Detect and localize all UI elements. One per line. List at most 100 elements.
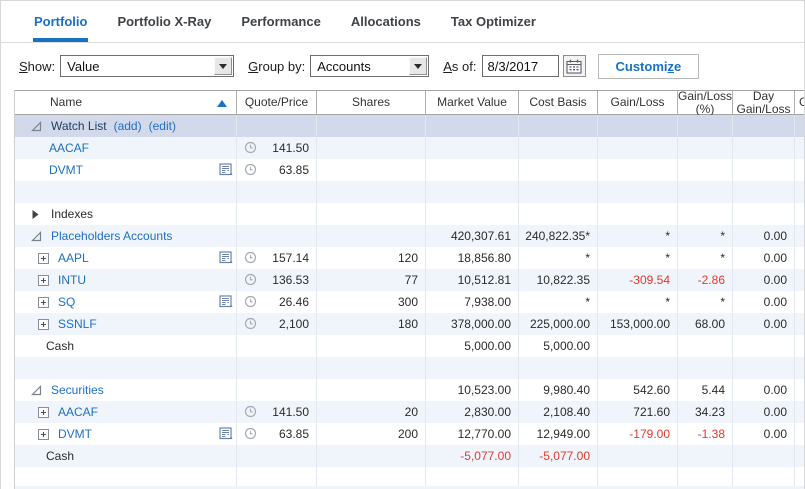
chevron-down-icon[interactable] <box>409 57 427 75</box>
day-gain-loss-cell: 0.00 <box>733 313 795 335</box>
name-cell: Cash <box>15 335 237 357</box>
quote-price-cell: 157.14 <box>237 247 317 269</box>
name-cell: Watch List(add)(edit) <box>15 115 237 137</box>
name-cell: INTU <box>15 269 237 291</box>
news-icon[interactable] <box>219 163 233 176</box>
tab-tax-optimizer[interactable]: Tax Optimizer <box>436 1 551 42</box>
name-cell: AACAF <box>15 401 237 423</box>
clock-icon <box>244 251 257 264</box>
expand-plus-icon[interactable] <box>38 297 49 308</box>
expand-plus-icon[interactable] <box>38 275 49 286</box>
ticker-link[interactable]: SQ <box>58 295 75 309</box>
ticker-link[interactable]: AACAF <box>49 141 89 155</box>
cost-basis-cell: 225,000.00 <box>519 313 598 335</box>
news-icon[interactable] <box>219 251 233 264</box>
column-header-market-value[interactable]: Market Value <box>426 91 519 114</box>
column-header-cut-off[interactable]: G <box>795 91 804 114</box>
column-header-shares[interactable]: Shares <box>317 91 426 114</box>
expand-plus-icon[interactable] <box>38 319 49 330</box>
expand-plus-icon[interactable] <box>38 407 49 418</box>
collapse-triangle-icon[interactable] <box>31 231 42 242</box>
table-row: SSNLF2,100180378,000.00225,000.00153,000… <box>15 313 804 335</box>
calendar-icon[interactable] <box>563 55 586 77</box>
tab-portfolio-x-ray[interactable]: Portfolio X-Ray <box>102 1 226 42</box>
tab-portfolio[interactable]: Portfolio <box>19 1 102 42</box>
ticker-link[interactable]: DVMT <box>58 427 92 441</box>
day-gain-loss-cell <box>733 445 795 467</box>
tab-performance[interactable]: Performance <box>226 1 335 42</box>
group-name[interactable]: Securities <box>51 383 104 397</box>
ticker-link[interactable]: AAPL <box>58 251 89 265</box>
column-header-quote-price[interactable]: Quote/Price <box>237 91 317 114</box>
column-header-name[interactable]: Name <box>15 91 237 114</box>
tab-allocations[interactable]: Allocations <box>336 1 436 42</box>
cash-label: Cash <box>46 339 74 353</box>
add-link[interactable]: (add) <box>114 119 142 133</box>
clock-icon <box>244 317 257 330</box>
gain-loss-pct-cell: * <box>678 291 733 313</box>
group-row: Placeholders Accounts420,307.61240,822.3… <box>15 225 804 247</box>
group-name[interactable]: Indexes <box>51 207 93 221</box>
news-icon[interactable] <box>219 295 233 308</box>
chevron-down-icon[interactable] <box>214 57 232 75</box>
ticker-link[interactable]: AACAF <box>58 405 98 419</box>
table-row: INTU136.537710,512.8110,822.35-309.54-2.… <box>15 269 804 291</box>
spacer-row <box>15 357 804 379</box>
expand-triangle-icon[interactable] <box>31 209 42 220</box>
shares-cell <box>317 159 426 181</box>
group-row: Securities10,523.009,980.40542.605.440.0… <box>15 379 804 401</box>
clock-icon <box>244 427 257 440</box>
gain-loss-cell <box>598 335 678 357</box>
group-name[interactable]: Placeholders Accounts <box>51 229 172 243</box>
shares-cell: 77 <box>317 269 426 291</box>
shares-cell: 300 <box>317 291 426 313</box>
customize-button[interactable]: Customize <box>598 54 700 79</box>
quote-price-cell <box>237 181 317 203</box>
group-row: Watch List(add)(edit) <box>15 115 804 137</box>
cost-basis-cell: * <box>519 247 598 269</box>
expand-plus-icon[interactable] <box>38 429 49 440</box>
table-row: Cash-5,077.00-5,077.00 <box>15 445 804 467</box>
shares-cell <box>317 115 426 137</box>
shares-cell <box>317 357 426 379</box>
expand-plus-icon[interactable] <box>38 253 49 264</box>
collapse-triangle-icon[interactable] <box>31 121 42 132</box>
ticker-link[interactable]: DVMT <box>49 163 83 177</box>
name-cell: Cash <box>15 445 237 467</box>
cut-off-cell <box>795 115 804 137</box>
show-select[interactable]: Value <box>60 55 234 77</box>
day-gain-loss-cell: 0.00 <box>733 423 795 445</box>
column-header-gain-loss-pct[interactable]: Gain/Loss (%) <box>678 91 733 114</box>
market-value-cell: 10,512.81 <box>426 269 519 291</box>
cut-off-cell <box>795 335 804 357</box>
cost-basis-cell <box>519 137 598 159</box>
collapse-triangle-icon[interactable] <box>31 385 42 396</box>
as-of-label: As of: <box>443 59 476 74</box>
name-cell: SQ <box>15 291 237 313</box>
group-by-label: Group by: <box>248 59 305 74</box>
cost-basis-cell <box>519 181 598 203</box>
day-gain-loss-cell: 0.00 <box>733 291 795 313</box>
edit-link[interactable]: (edit) <box>149 119 176 133</box>
quote-price-cell <box>237 115 317 137</box>
day-gain-loss-cell: 0.00 <box>733 247 795 269</box>
market-value-cell: 378,000.00 <box>426 313 519 335</box>
gain-loss-pct-cell: -1.38 <box>678 423 733 445</box>
news-icon[interactable] <box>219 427 233 440</box>
as-of-date-input[interactable] <box>482 55 559 77</box>
ticker-link[interactable]: SSNLF <box>58 317 97 331</box>
gain-loss-cell: * <box>598 291 678 313</box>
market-value-cell: 5,000.00 <box>426 335 519 357</box>
column-header-cost-basis[interactable]: Cost Basis <box>519 91 598 114</box>
gain-loss-cell: -179.00 <box>598 423 678 445</box>
market-value-cell <box>426 357 519 379</box>
ticker-link[interactable]: INTU <box>58 273 86 287</box>
tab-bar: Portfolio Portfolio X-Ray Performance Al… <box>1 1 804 43</box>
column-header-day-gain-loss[interactable]: Day Gain/Loss <box>733 91 795 114</box>
shares-cell <box>317 203 426 225</box>
name-cell <box>15 181 237 203</box>
gain-loss-pct-cell: 68.00 <box>678 313 733 335</box>
column-header-gain-loss[interactable]: Gain/Loss <box>598 91 678 114</box>
shares-cell: 120 <box>317 247 426 269</box>
group-by-select[interactable]: Accounts <box>310 55 429 77</box>
